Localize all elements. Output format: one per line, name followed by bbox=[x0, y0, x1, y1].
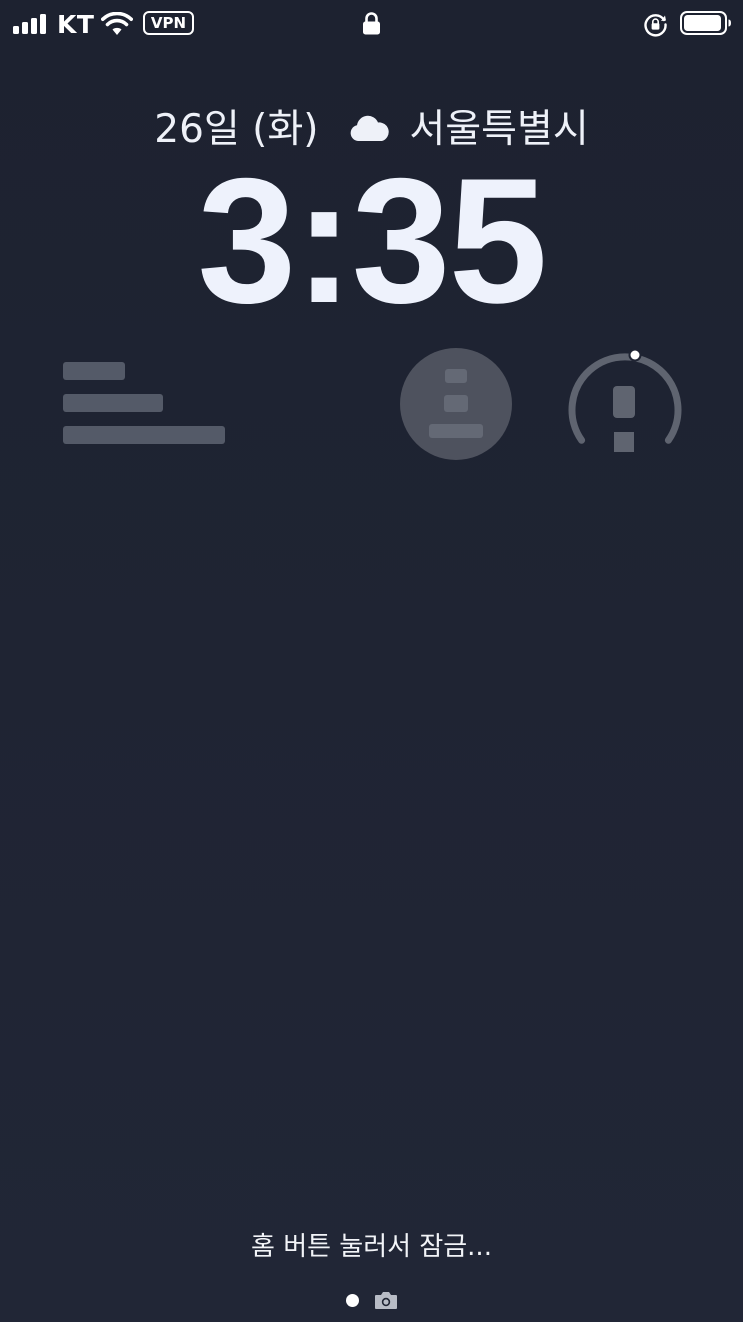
contact-widget-shape bbox=[429, 424, 483, 438]
alert-gauge-widget[interactable] bbox=[566, 344, 684, 462]
carrier-name: KT bbox=[57, 10, 95, 39]
unlock-hint: 홈 버튼 눌러서 잠금... bbox=[251, 1232, 492, 1262]
clock-time: 3:35 bbox=[197, 141, 547, 340]
cellular-signal-icon bbox=[13, 14, 49, 34]
rotation-lock-icon bbox=[644, 14, 667, 37]
vpn-badge: VPN bbox=[143, 11, 194, 35]
cloud-icon bbox=[350, 115, 389, 141]
page-indicators bbox=[342, 1288, 402, 1312]
wifi-icon bbox=[101, 12, 133, 35]
alert-gauge-icon bbox=[613, 386, 635, 418]
status-bar: KT VPN bbox=[0, 0, 743, 48]
text-widget-line bbox=[63, 394, 163, 412]
battery-icon bbox=[680, 11, 731, 35]
lock-icon bbox=[363, 12, 380, 35]
contact-widget[interactable] bbox=[400, 348, 512, 460]
text-widget[interactable] bbox=[63, 362, 233, 452]
text-widget-line bbox=[63, 362, 125, 380]
text-widget-line bbox=[63, 426, 225, 444]
page-dot-icon bbox=[346, 1294, 359, 1307]
contact-widget-shape bbox=[444, 395, 468, 412]
camera-icon[interactable] bbox=[374, 1290, 398, 1310]
contact-widget-icon bbox=[445, 369, 467, 383]
